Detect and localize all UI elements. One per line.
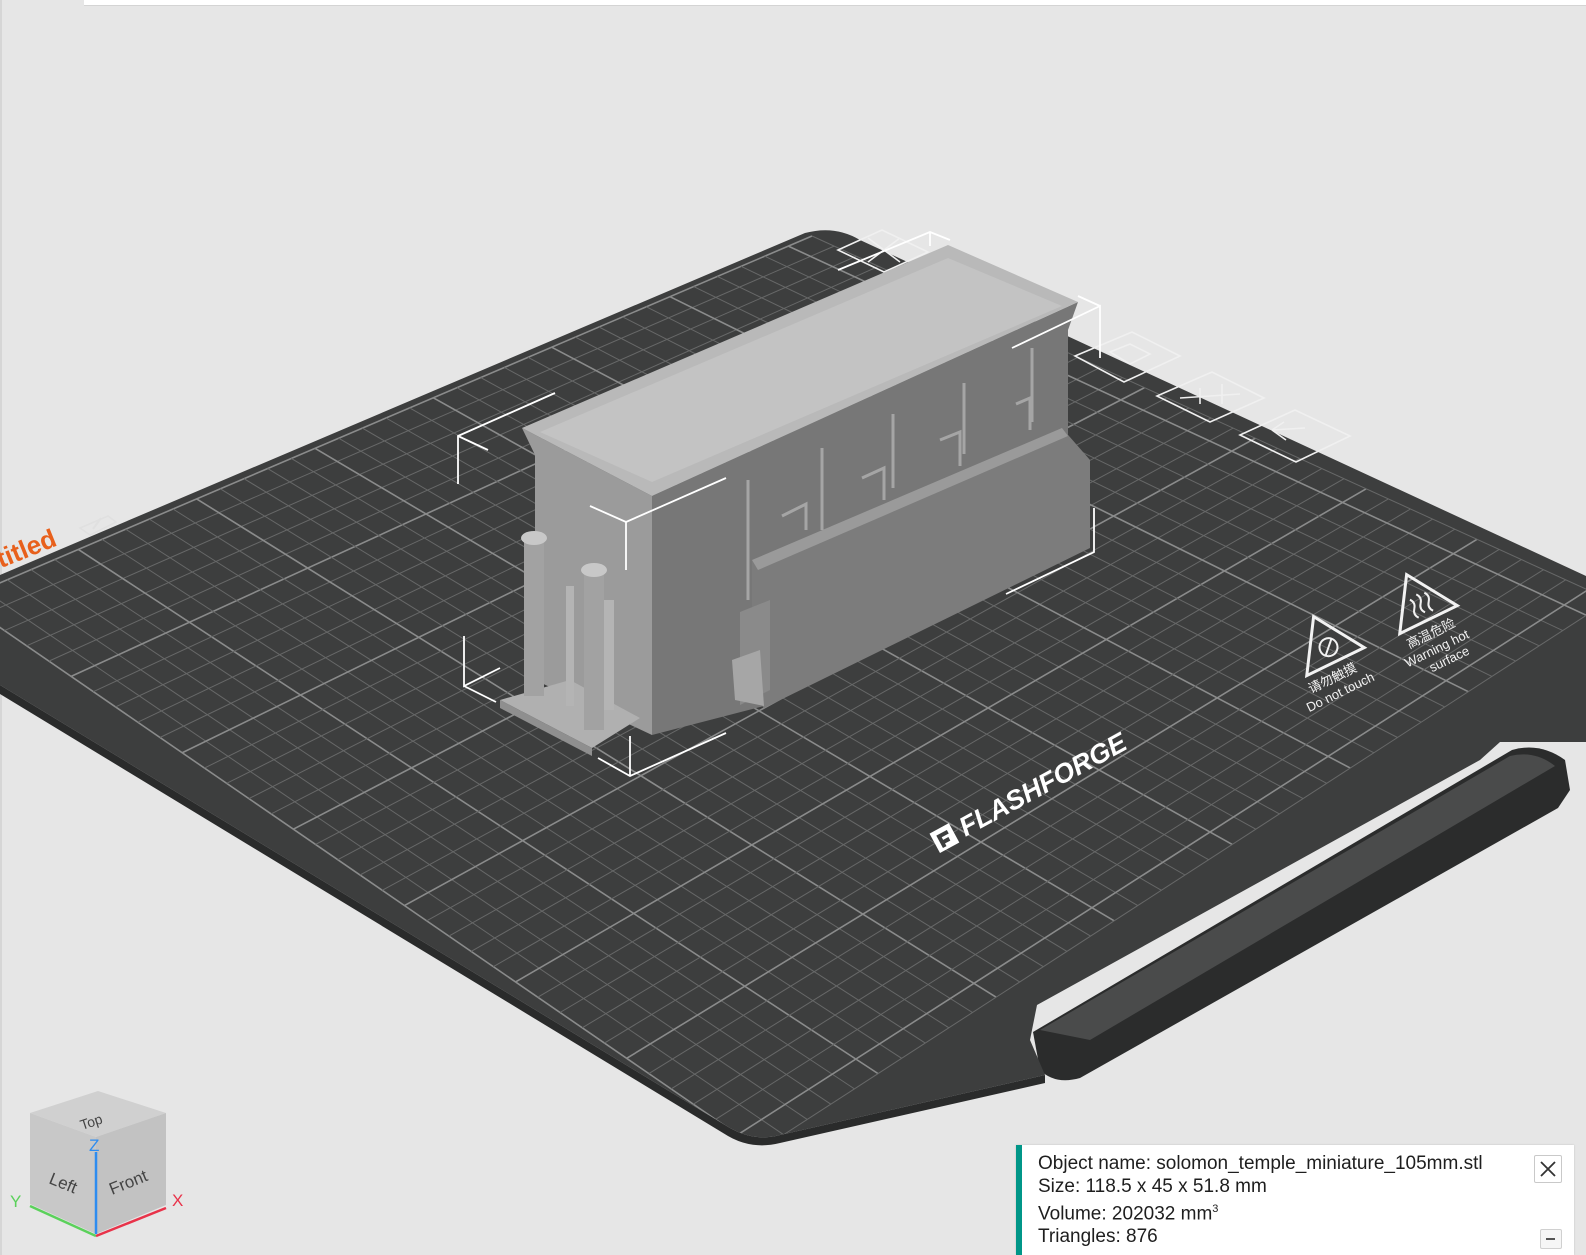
axis-x-label: X	[172, 1191, 183, 1210]
object-size-row: Size: 118.5 x 45 x 51.8 mm	[1038, 1175, 1267, 1197]
close-icon	[1540, 1161, 1556, 1177]
collapse-info-button[interactable]	[1540, 1229, 1562, 1249]
close-info-button[interactable]	[1534, 1155, 1562, 1183]
view-cube[interactable]: Top Left Front Z Y X	[10, 1091, 183, 1238]
object-triangles-row: Triangles: 876	[1038, 1225, 1158, 1247]
object-volume-row: Volume: 202032 mm3	[1038, 1203, 1219, 1225]
axis-y-label: Y	[10, 1192, 21, 1211]
object-name-row: Object name: solomon_temple_miniature_10…	[1038, 1153, 1483, 1174]
object-info-panel: Object name: solomon_temple_miniature_10…	[1016, 1145, 1574, 1255]
axis-z-label: Z	[89, 1136, 99, 1155]
3d-viewport[interactable]: ıtitled FLASHFORGE 请勿触摸 Do not touch 高温危…	[0, 0, 1586, 1255]
